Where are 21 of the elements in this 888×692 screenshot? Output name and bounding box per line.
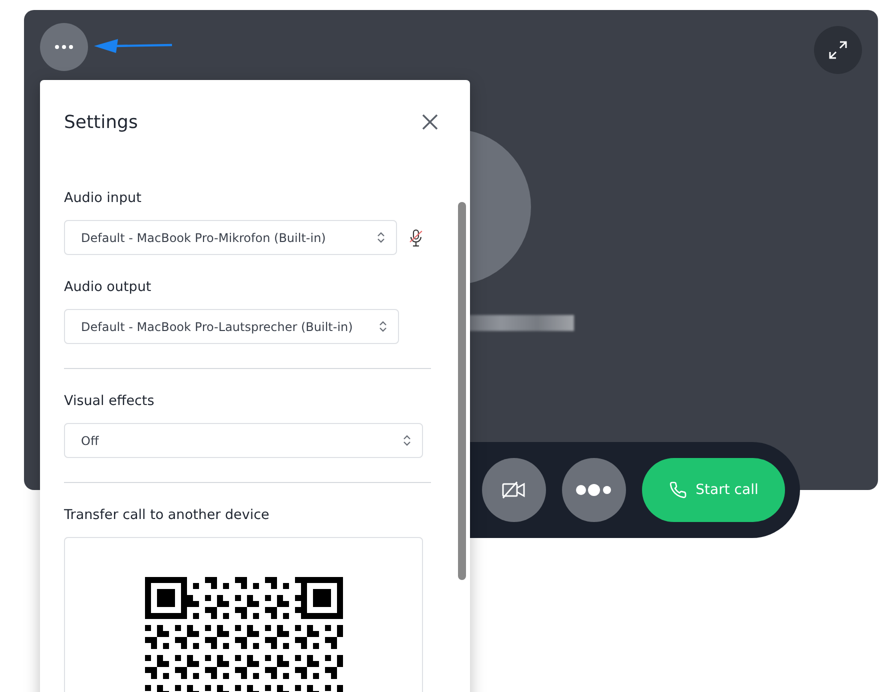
expand-icon xyxy=(828,40,848,60)
close-button[interactable] xyxy=(420,112,440,132)
phone-icon xyxy=(668,481,687,499)
ellipsis-icon xyxy=(575,484,613,496)
section-label: Visual effects xyxy=(64,393,156,409)
ellipsis-icon xyxy=(55,45,73,49)
section-label: Audio output xyxy=(64,279,152,295)
select-field[interactable]: Default - MacBook Pro-Mikrofon (Built-in) xyxy=(64,220,398,255)
fullscreen-button[interactable] xyxy=(814,26,862,74)
section-label: Audio input xyxy=(64,190,142,206)
chevron-updown-icon xyxy=(379,321,387,332)
scrollbar[interactable] xyxy=(458,202,466,580)
select-field[interactable]: Off xyxy=(64,423,423,458)
close-icon xyxy=(420,112,440,132)
mic-muted-icon[interactable] xyxy=(409,228,423,246)
chevron-updown-icon xyxy=(377,232,386,243)
camera-off-icon xyxy=(502,481,526,499)
section-label: Transfer call to another device xyxy=(64,507,270,523)
chevron-updown-icon xyxy=(403,435,411,446)
select-field[interactable]: Default - MacBook Pro-Lautsprecher (Built-in) xyxy=(64,309,399,344)
panel-title: Settings xyxy=(64,112,138,132)
